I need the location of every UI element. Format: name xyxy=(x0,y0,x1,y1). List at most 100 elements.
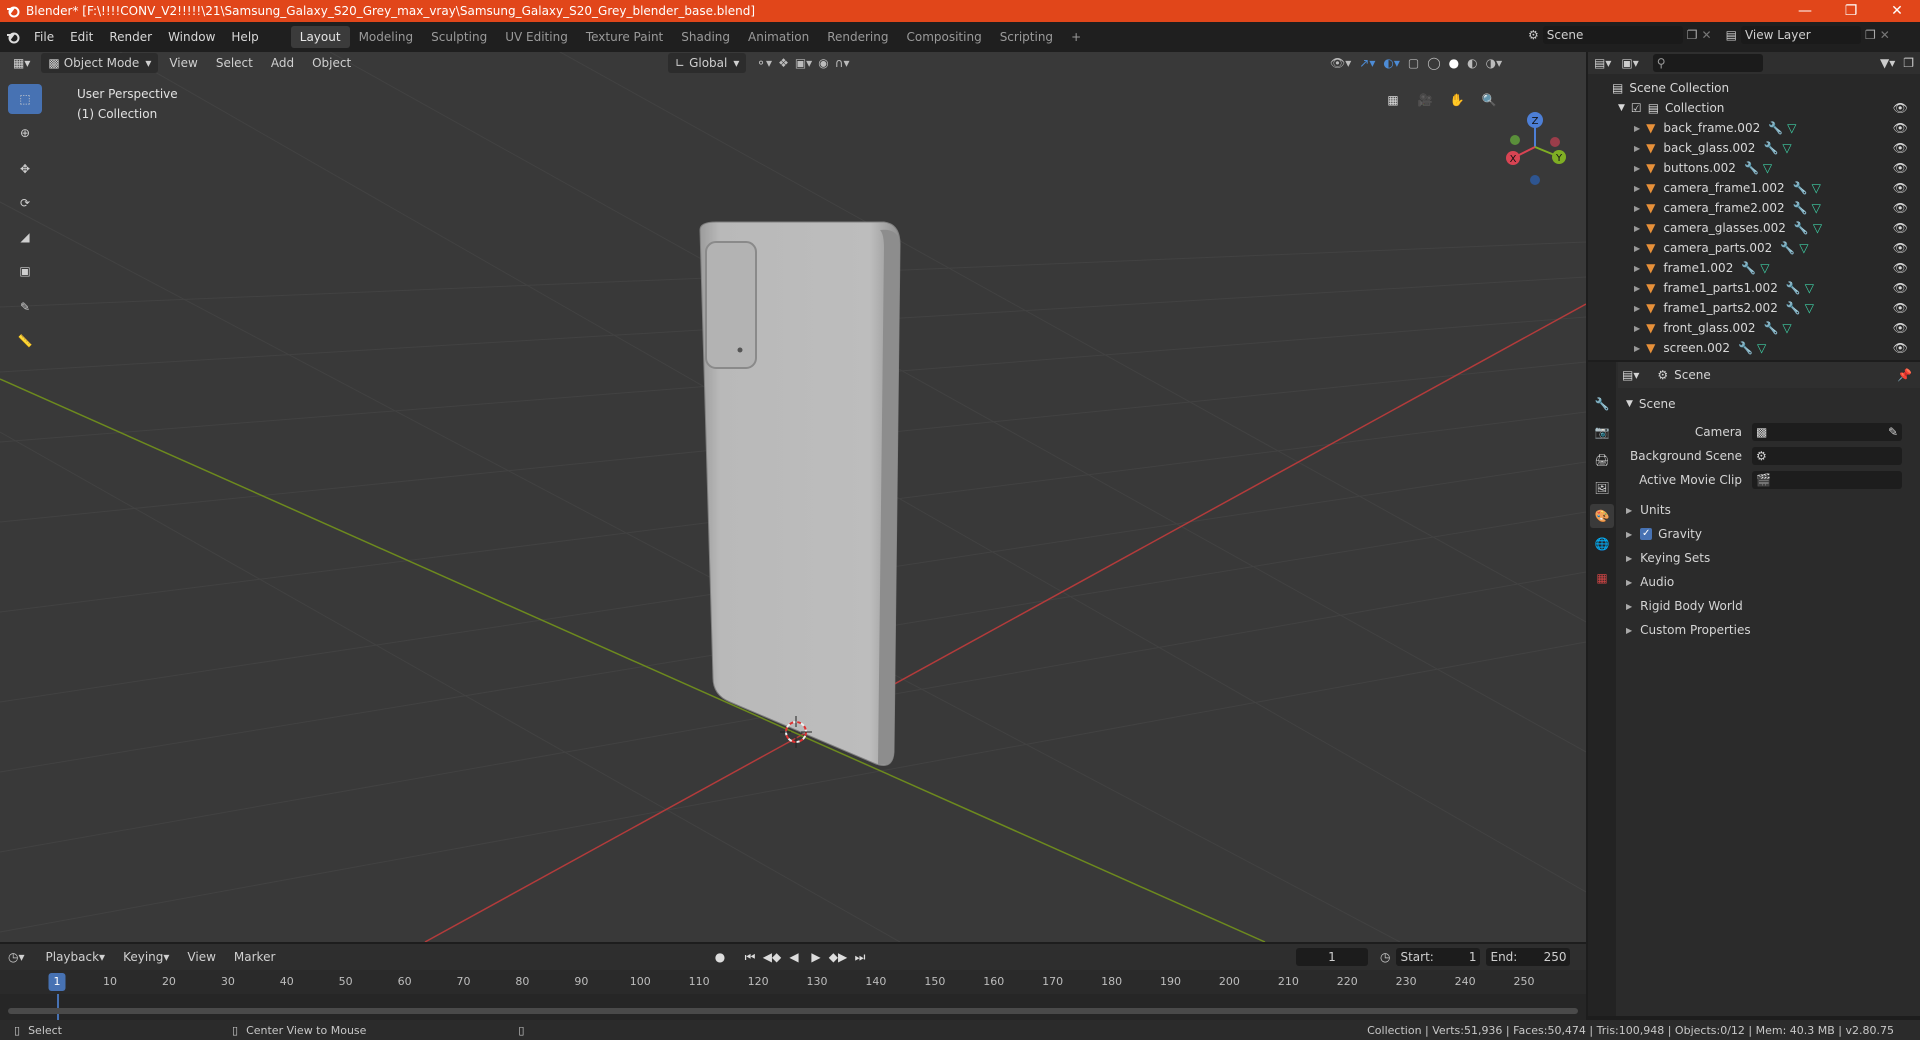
modifier-icon[interactable]: 🔧 xyxy=(1763,321,1778,335)
mesh-data-icon[interactable]: ▽ xyxy=(1787,121,1796,135)
navigation-gizmo[interactable]: Z X Y xyxy=(1506,112,1566,185)
mesh-data-icon[interactable]: ▽ xyxy=(1812,201,1821,215)
subpanel-audio[interactable]: ▶ Audio xyxy=(1618,570,1920,594)
expand-arrow-icon[interactable]: ▶ xyxy=(1634,224,1640,233)
solid-shading-icon[interactable]: ● xyxy=(1449,56,1459,70)
cursor-tool-icon[interactable]: ⊕ xyxy=(8,118,42,148)
restore-icon[interactable]: ❐ xyxy=(1828,0,1874,22)
active-movie-clip-field[interactable]: 🎬 xyxy=(1752,471,1902,489)
expand-arrow-icon[interactable]: ▼ xyxy=(1618,103,1625,113)
scene-tab-icon[interactable]: 🎨 xyxy=(1590,504,1614,528)
outliner-object-row[interactable]: ▶ ▼ camera_frame1.002 🔧 ▽ 👁 xyxy=(1588,178,1920,198)
expand-arrow-icon[interactable]: ▶ xyxy=(1634,344,1640,353)
snap-icon[interactable]: ❖ xyxy=(778,56,789,70)
select-box-tool-icon[interactable]: ⬚ xyxy=(8,84,42,114)
scene-panel-header[interactable]: ▼ Scene xyxy=(1618,392,1920,416)
texture-tab-icon[interactable]: ▦ xyxy=(1590,566,1614,590)
menu-file[interactable]: File xyxy=(26,26,62,48)
modifier-icon[interactable]: 🔧 xyxy=(1786,301,1801,315)
material-shading-icon[interactable]: ◐ xyxy=(1467,56,1477,70)
start-frame-field[interactable]: Start: 1 xyxy=(1396,948,1481,966)
menu-help[interactable]: Help xyxy=(223,26,266,48)
mesh-data-icon[interactable]: ▽ xyxy=(1782,141,1791,155)
outliner-editor-icon[interactable]: ▤▾ xyxy=(1594,56,1611,70)
menu-render[interactable]: Render xyxy=(101,26,160,48)
new-view-layer-icon[interactable]: ❐ xyxy=(1865,28,1876,42)
editor-type-button[interactable]: ▦▾ xyxy=(6,53,37,73)
prev-keyframe-icon[interactable]: ◀◆ xyxy=(762,947,782,967)
next-keyframe-icon[interactable]: ◆▶ xyxy=(828,947,848,967)
view-layer-tab-icon[interactable]: 🖼 xyxy=(1590,476,1614,500)
eye-icon[interactable]: 👁 xyxy=(1893,121,1908,135)
mode-selector[interactable]: ▩ Object Mode ▾ xyxy=(41,53,159,73)
jump-start-icon[interactable]: ⏮ xyxy=(740,947,760,967)
tab-texture-paint[interactable]: Texture Paint xyxy=(577,26,672,48)
menu-timeline-view[interactable]: View xyxy=(180,947,222,967)
outliner-object-row[interactable]: ▶ ▼ back_glass.002 🔧 ▽ 👁 xyxy=(1588,138,1920,158)
mesh-data-icon[interactable]: ▽ xyxy=(1812,181,1821,195)
expand-arrow-icon[interactable]: ▶ xyxy=(1634,284,1640,293)
render-tab-icon[interactable]: 📷 xyxy=(1590,420,1614,444)
mesh-data-icon[interactable]: ▽ xyxy=(1757,341,1766,355)
expand-arrow-icon[interactable]: ▶ xyxy=(1634,244,1640,253)
menu-window[interactable]: Window xyxy=(160,26,223,48)
camera-view-icon[interactable]: 🎥 xyxy=(1412,87,1438,113)
menu-add[interactable]: Add xyxy=(264,53,301,73)
expand-arrow-icon[interactable]: ▶ xyxy=(1634,304,1640,313)
eye-icon[interactable]: 👁 xyxy=(1893,241,1908,255)
falloff-icon[interactable]: ∩▾ xyxy=(835,56,850,70)
outliner-object-row[interactable]: ▶ ▼ camera_glasses.002 🔧 ▽ 👁 xyxy=(1588,218,1920,238)
eye-icon[interactable]: 👁 xyxy=(1893,221,1908,235)
blender-menu-icon[interactable] xyxy=(0,30,26,44)
proportional-edit-icon[interactable]: ◉ xyxy=(818,56,828,70)
eye-icon[interactable]: 👁 xyxy=(1893,201,1908,215)
gizmo-toggle-icon[interactable]: ↗▾ xyxy=(1359,56,1375,70)
eye-icon[interactable]: 👁 xyxy=(1893,181,1908,195)
display-mode-icon[interactable]: ▣▾ xyxy=(1621,56,1638,70)
delete-scene-icon[interactable]: ✕ xyxy=(1702,28,1712,42)
eye-icon[interactable]: 👁 xyxy=(1893,321,1908,335)
zoom-icon[interactable]: 🔍 xyxy=(1476,87,1502,113)
delete-view-layer-icon[interactable]: ✕ xyxy=(1880,28,1890,42)
eyedropper-icon[interactable]: ✎ xyxy=(1888,425,1898,439)
phone-model[interactable] xyxy=(699,221,901,766)
minimize-icon[interactable]: — xyxy=(1782,0,1828,22)
tab-shading[interactable]: Shading xyxy=(672,26,739,48)
measure-tool-icon[interactable]: 📏 xyxy=(8,326,42,356)
play-reverse-icon[interactable]: ◀ xyxy=(784,947,804,967)
pan-hand-icon[interactable]: ✋ xyxy=(1444,87,1470,113)
move-tool-icon[interactable]: ✥ xyxy=(8,154,42,184)
mesh-data-icon[interactable]: ▽ xyxy=(1760,261,1769,275)
modifier-icon[interactable]: 🔧 xyxy=(1793,201,1808,215)
modifier-icon[interactable]: 🔧 xyxy=(1793,181,1808,195)
outliner-object-row[interactable]: ▶ ▼ back_frame.002 🔧 ▽ 👁 xyxy=(1588,118,1920,138)
rotate-tool-icon[interactable]: ⟳ xyxy=(8,188,42,218)
modifier-icon[interactable]: 🔧 xyxy=(1794,221,1809,235)
modifier-icon[interactable]: 🔧 xyxy=(1744,161,1759,175)
pin-icon[interactable]: 📌 xyxy=(1897,368,1912,382)
tab-uv-editing[interactable]: UV Editing xyxy=(496,26,577,48)
end-frame-field[interactable]: End: 250 xyxy=(1486,948,1571,966)
outliner-object-row[interactable]: ▶ ▼ buttons.002 🔧 ▽ 👁 xyxy=(1588,158,1920,178)
filter-icon[interactable]: ▼▾ xyxy=(1880,56,1895,70)
tab-sculpting[interactable]: Sculpting xyxy=(422,26,496,48)
menu-object[interactable]: Object xyxy=(305,53,358,73)
mesh-data-icon[interactable]: ▽ xyxy=(1763,161,1772,175)
mesh-data-icon[interactable]: ▽ xyxy=(1805,281,1814,295)
tab-modeling[interactable]: Modeling xyxy=(350,26,423,48)
tab-compositing[interactable]: Compositing xyxy=(897,26,990,48)
gravity-checkbox[interactable]: ✓ xyxy=(1640,528,1653,540)
jump-end-icon[interactable]: ⏭ xyxy=(850,947,870,967)
expand-arrow-icon[interactable]: ▶ xyxy=(1634,164,1640,173)
grid-view-icon[interactable]: ▦ xyxy=(1380,87,1406,113)
menu-playback[interactable]: Playback ▾ xyxy=(39,947,113,967)
rendered-shading-icon[interactable]: ◑▾ xyxy=(1486,56,1503,70)
frame-ruler[interactable]: 1 10 20 30 40 50 60 70 80 90 100 110 120 130 140 150 160… xyxy=(0,970,1586,994)
mesh-data-icon[interactable]: ▽ xyxy=(1799,241,1808,255)
modifier-icon[interactable]: 🔧 xyxy=(1780,241,1795,255)
outliner-scene-collection[interactable]: ▤ Scene Collection xyxy=(1588,78,1920,98)
view-layer-selector[interactable]: View Layer xyxy=(1740,26,1861,44)
tab-scripting[interactable]: Scripting xyxy=(991,26,1062,48)
timeline-scrollbar[interactable] xyxy=(8,1008,1578,1014)
subpanel-gravity[interactable]: ▶ ✓ Gravity xyxy=(1618,522,1920,546)
